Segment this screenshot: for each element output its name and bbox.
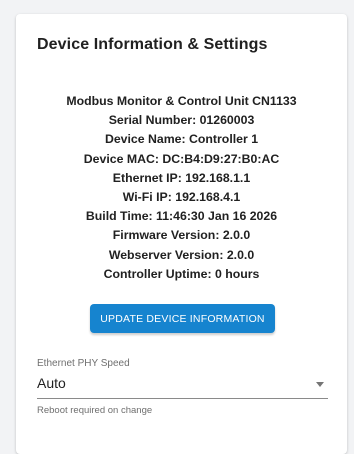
ethernet-ip-text: Ethernet IP: 192.168.1.1 (112, 170, 251, 185)
device-name-text: Device Name: Controller 1 (104, 132, 259, 147)
build-time-text: Build Time: 11:46:30 Jan 16 2026 (85, 209, 278, 224)
dropdown-arrow-icon[interactable] (316, 382, 324, 387)
ethernet-phy-speed-select[interactable]: Ethernet PHY Speed Auto (37, 358, 328, 399)
serial-number-text: Serial Number: 01260003 (108, 113, 255, 128)
wifi-ip-text: Wi-Fi IP: 192.168.4.1 (122, 189, 241, 204)
device-settings-card: Device Information & Settings Modbus Mon… (16, 14, 347, 454)
reboot-helper-text: Reboot required on change (37, 405, 153, 416)
firmware-version-text: Firmware Version: 2.0.0 (112, 228, 251, 243)
webserver-version-text: Webserver Version: 2.0.0 (108, 247, 255, 262)
device-model-text: Modbus Monitor & Control Unit CN1133 (66, 94, 297, 108)
card-title: Device Information & Settings (37, 36, 268, 53)
device-mac-text: Device MAC: DC:B4:D9:27:B0:AC (83, 151, 280, 166)
device-info-list: Modbus Monitor & Control Unit CN1133 Ser… (16, 92, 347, 284)
update-device-information-button[interactable]: UPDATE DEVICE INFORMATION (90, 304, 275, 333)
ethernet-phy-speed-label: Ethernet PHY Speed (37, 358, 130, 369)
ethernet-phy-speed-value: Auto (37, 375, 66, 391)
controller-uptime-text: Controller Uptime: 0 hours (103, 266, 260, 281)
